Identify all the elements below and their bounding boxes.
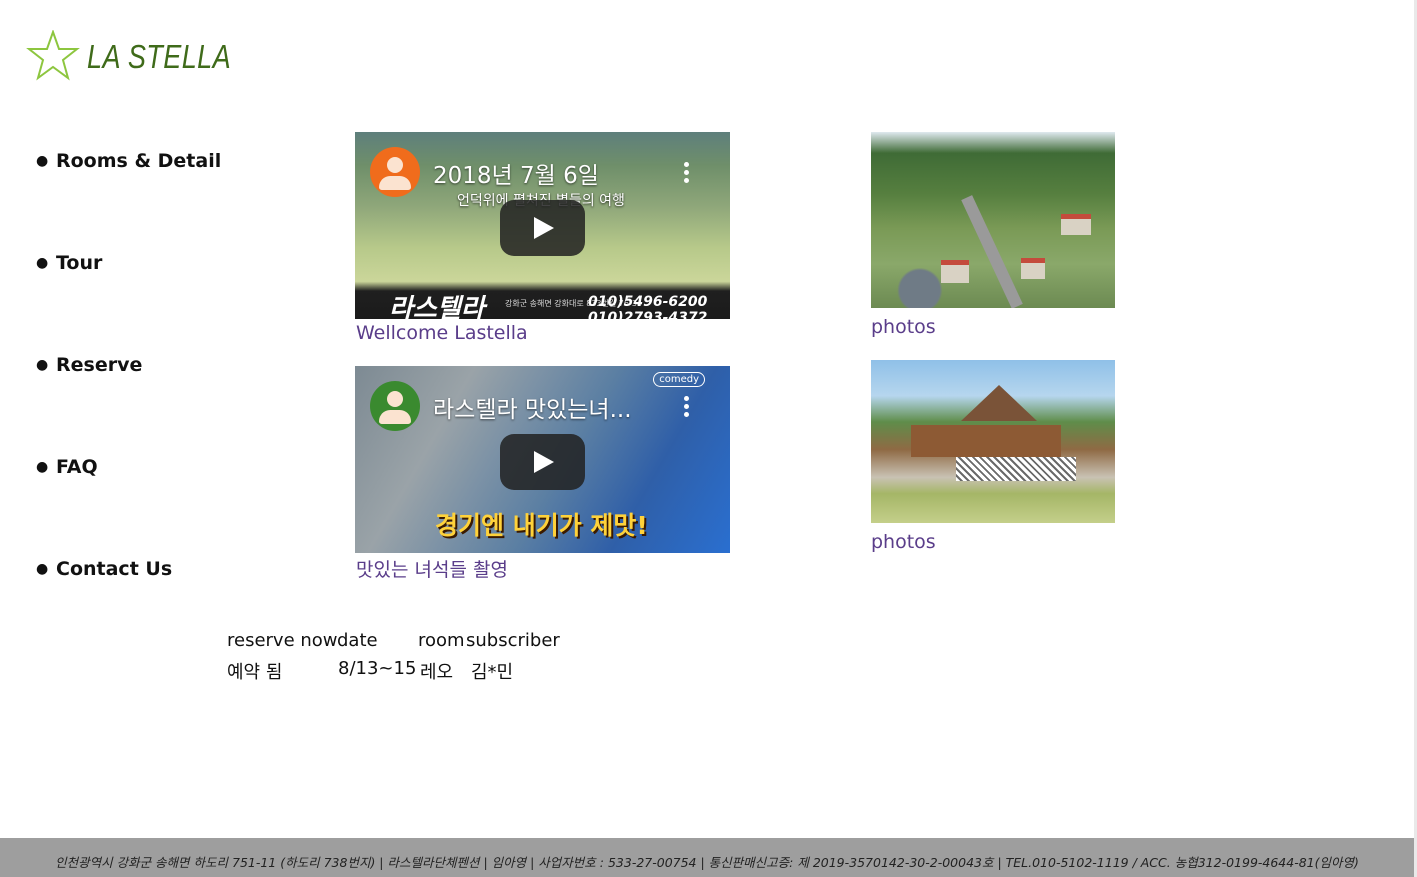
video-link-tasty[interactable]: 맛있는 녀석들 촬영 (356, 555, 508, 582)
cell-date: 8/13~15 (338, 658, 417, 679)
bullet-icon: ● (36, 561, 49, 577)
phone-1: 010)5496-6200 (588, 294, 708, 310)
nav-link-contact[interactable]: Contact Us (56, 556, 172, 582)
more-options-icon[interactable] (684, 162, 690, 186)
photos-link-2[interactable]: photos (871, 531, 936, 553)
logo-text: LA STELLA (87, 37, 232, 75)
header-date: date (337, 630, 378, 651)
video-banner-phone: 010)5496-6200 010)2793-4372 (588, 294, 707, 319)
nav-link-tour[interactable]: Tour (56, 250, 102, 276)
footer: 인천광역시 강화군 송해면 하도리 751-11 (하도리 738번지) | 라… (0, 838, 1414, 877)
bullet-icon: ● (36, 153, 49, 169)
header-reserve-now: reserve now (227, 630, 338, 651)
pension-photo[interactable] (871, 360, 1115, 523)
video-caption: 경기엔 내기가 제맛! (435, 511, 648, 540)
phone-2: 010)2793-4372 (588, 310, 708, 319)
nav-item-tour[interactable]: ● Tour (36, 250, 221, 352)
footer-info: 인천광역시 강화군 송해면 하도리 751-11 (하도리 738번지) | 라… (55, 855, 1359, 870)
nav-item-faq[interactable]: ● FAQ (36, 454, 221, 556)
aerial-photo[interactable] (871, 132, 1115, 308)
video-banner-title: 라스텔라 (389, 294, 485, 319)
site-logo[interactable]: LA STELLA (26, 30, 263, 82)
nav-item-contact[interactable]: ● Contact Us (36, 556, 221, 658)
star-icon (26, 30, 80, 81)
channel-avatar[interactable] (370, 381, 420, 431)
nav-link-reserve[interactable]: Reserve (56, 352, 142, 378)
video-player-tasty[interactable]: 라스텔라 맛있는녀... comedy 경기엔 내기가 제맛! (355, 366, 730, 553)
channel-avatar[interactable] (370, 147, 420, 197)
photos-link-1[interactable]: photos (871, 316, 936, 338)
cell-room: 레오 (420, 662, 454, 683)
header-room: room (418, 630, 465, 651)
cell-subscriber: 김*민 (471, 662, 514, 683)
video-player-welcome[interactable]: 2018년 7월 6일 언덕위에 펼쳐진 별들의 여행 라스텔라 강화군 송해면… (355, 132, 730, 319)
nav-link-faq[interactable]: FAQ (56, 454, 98, 480)
nav-item-reserve[interactable]: ● Reserve (36, 352, 221, 454)
video-link-welcome[interactable]: Wellcome Lastella (356, 322, 528, 344)
bullet-icon: ● (36, 255, 49, 271)
nav-item-rooms[interactable]: ● Rooms & Detail (36, 148, 221, 250)
video-title: 라스텔라 맛있는녀... (433, 397, 632, 423)
cell-status: 예약 됨 (227, 662, 283, 683)
header-subscriber: subscriber (466, 630, 560, 651)
play-button[interactable] (500, 434, 585, 490)
bullet-icon: ● (36, 357, 49, 373)
more-options-icon[interactable] (684, 396, 690, 420)
play-button[interactable] (500, 200, 585, 256)
bullet-icon: ● (36, 459, 49, 475)
nav-link-rooms[interactable]: Rooms & Detail (56, 148, 221, 174)
channel-badge: comedy (653, 372, 705, 387)
main-nav: ● Rooms & Detail ● Tour ● Reserve ● FAQ ● Con… (36, 148, 221, 658)
video-title: 2018년 7월 6일 (433, 163, 599, 189)
